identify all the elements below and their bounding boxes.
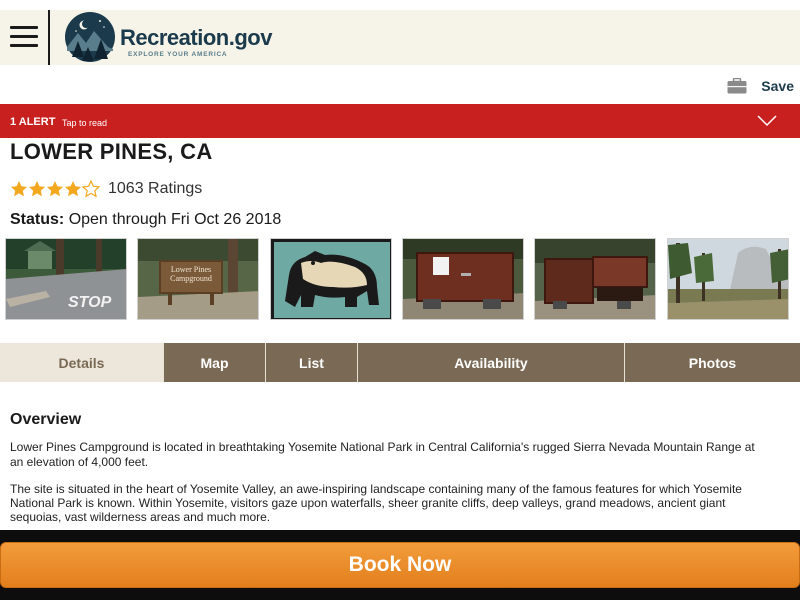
alert-count: 1 ALERT <box>10 116 56 128</box>
gallery-photo-campground-sign[interactable]: Lower Pines Campground <box>137 238 259 320</box>
status-line: Status: Open through Fri Oct 26 2018 <box>10 211 281 229</box>
page-title: LOWER PINES, CA <box>10 139 213 164</box>
gallery-photo-food-locker-open[interactable] <box>534 238 656 320</box>
status-value: Open through Fri Oct 26 2018 <box>68 211 282 228</box>
save-button[interactable]: Save <box>727 76 794 96</box>
alert-bar[interactable]: 1 ALERT Tap to read <box>0 104 800 138</box>
gallery-photo-half-dome[interactable] <box>667 238 789 320</box>
logo-name: Recreation.gov <box>120 25 272 50</box>
gallery-photo-food-locker[interactable] <box>402 238 524 320</box>
overview-paragraph-2: The site is situated in the heart of Yos… <box>10 482 742 524</box>
hamburger-menu-icon[interactable] <box>10 26 38 48</box>
road-stop-text: STOP <box>68 294 112 311</box>
site-header: Recreation.gov EXPLORE YOUR AMERICA <box>0 10 800 65</box>
gallery-photo-entrance[interactable]: STOP <box>5 238 127 320</box>
chevron-down-icon[interactable] <box>756 112 778 128</box>
tab-map[interactable]: Map <box>164 343 266 382</box>
site-logo[interactable]: Recreation.gov EXPLORE YOUR AMERICA <box>64 11 272 63</box>
tab-photos[interactable]: Photos <box>625 343 800 382</box>
overview-heading: Overview <box>10 411 82 428</box>
alert-hint: Tap to read <box>62 118 108 128</box>
gallery-photo-bear-sign[interactable] <box>270 238 392 320</box>
logo-emblem-icon <box>65 12 115 62</box>
rating-row[interactable]: 1063 Ratings <box>10 178 202 200</box>
tab-list[interactable]: List <box>266 343 358 382</box>
briefcase-icon <box>727 78 747 94</box>
detail-tabs: Details Map List Availability Photos <box>0 343 800 382</box>
overview-paragraph-1: Lower Pines Campground is located in bre… <box>10 440 755 469</box>
save-label: Save <box>761 78 794 94</box>
rating-count: 1063 Ratings <box>108 180 203 197</box>
book-now-button[interactable]: Book Now <box>0 542 800 588</box>
header-divider <box>48 10 50 65</box>
status-label: Status: <box>10 211 65 228</box>
logo-tagline: EXPLORE YOUR AMERICA <box>128 51 228 58</box>
campground-sign-text: Lower Pines Campground <box>170 265 212 283</box>
tab-details[interactable]: Details <box>0 343 164 382</box>
star-rating-icon <box>11 180 100 197</box>
photo-gallery: STOP Lower Pines Campground <box>5 238 795 320</box>
tab-availability[interactable]: Availability <box>358 343 625 382</box>
